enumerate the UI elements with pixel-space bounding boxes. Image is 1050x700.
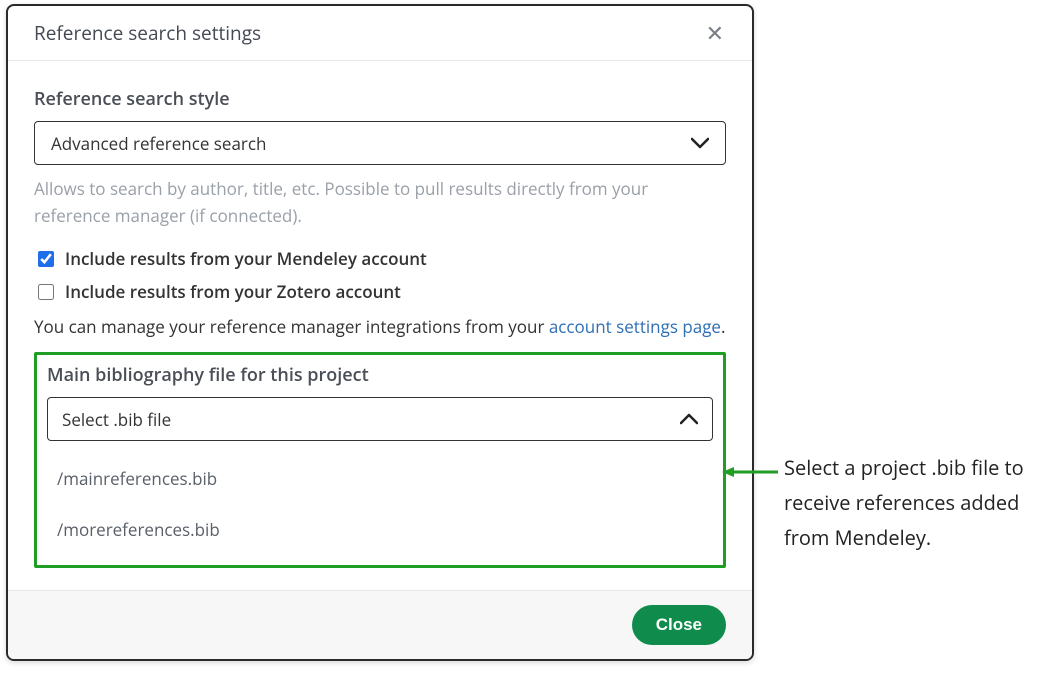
bib-highlight-box: Main bibliography file for this project … — [34, 352, 726, 568]
chevron-up-icon — [680, 413, 698, 425]
reference-settings-modal: Reference search settings ✕ Reference se… — [6, 4, 754, 661]
chevron-down-icon — [691, 137, 709, 149]
account-settings-link[interactable]: account settings page — [549, 315, 721, 338]
include-zotero-checkbox[interactable] — [38, 284, 54, 300]
annotation-arrow-icon — [722, 466, 778, 478]
include-mendeley-checkbox[interactable] — [38, 251, 54, 267]
include-zotero-label: Include results from your Zotero account — [65, 280, 401, 303]
search-style-select[interactable]: Advanced reference search — [34, 121, 726, 165]
search-style-label: Reference search style — [34, 87, 726, 111]
include-mendeley-row[interactable]: Include results from your Mendeley accou… — [34, 247, 726, 270]
modal-title: Reference search settings — [34, 20, 261, 46]
integration-note-prefix: You can manage your reference manager in… — [34, 315, 549, 338]
close-button[interactable]: Close — [632, 605, 726, 645]
annotation-callout: Select a project .bib file to receive re… — [784, 450, 1034, 555]
bib-section-label: Main bibliography file for this project — [47, 363, 713, 387]
bib-option[interactable]: /morereferences.bib — [47, 504, 713, 555]
bib-options-list: /mainreferences.bib /morereferences.bib — [47, 449, 713, 559]
integration-note-suffix: . — [721, 315, 725, 338]
search-style-value: Advanced reference search — [51, 132, 266, 155]
modal-footer: Close — [8, 590, 752, 659]
search-style-help: Allows to search by author, title, etc. … — [34, 175, 726, 229]
bib-file-placeholder: Select .bib file — [62, 408, 171, 431]
close-icon[interactable]: ✕ — [700, 20, 730, 46]
integration-note: You can manage your reference manager in… — [34, 313, 726, 342]
bib-file-select[interactable]: Select .bib file — [47, 397, 713, 441]
modal-header: Reference search settings ✕ — [8, 6, 752, 61]
bib-option[interactable]: /mainreferences.bib — [47, 453, 713, 504]
include-mendeley-label: Include results from your Mendeley accou… — [65, 247, 427, 270]
include-zotero-row[interactable]: Include results from your Zotero account — [34, 280, 726, 303]
modal-body: Reference search style Advanced referenc… — [8, 61, 752, 602]
